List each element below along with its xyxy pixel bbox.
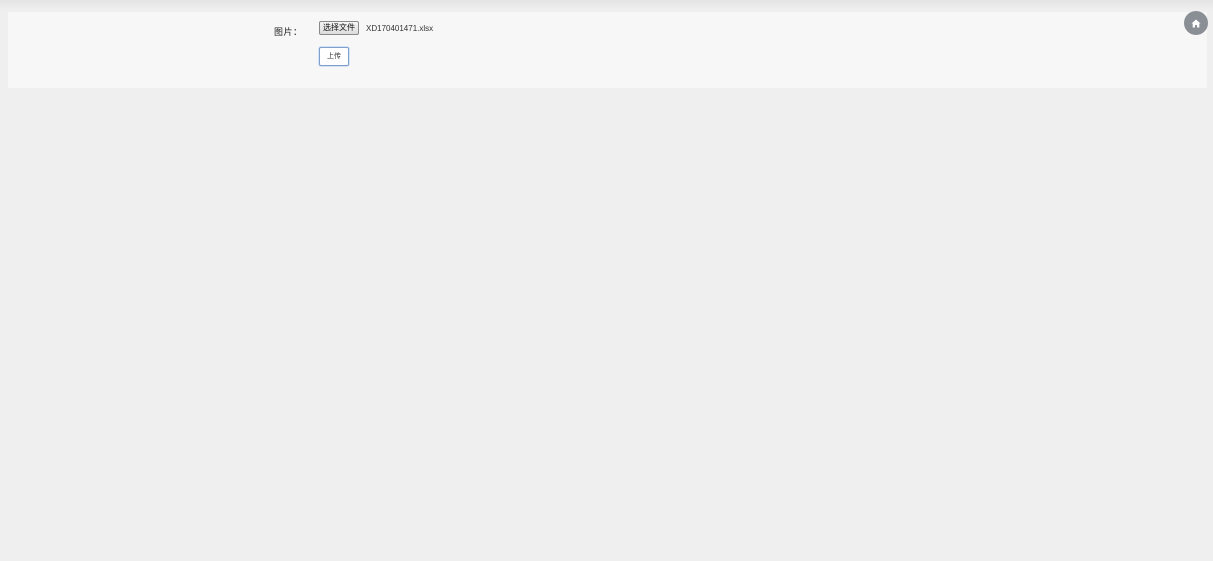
home-icon [1191,19,1201,28]
home-button[interactable] [1184,11,1208,35]
choose-file-button[interactable]: 选择文件 [319,21,359,35]
image-field-label: 图片： [274,28,303,38]
selected-file-name: XD170401471.xlsx [366,24,434,33]
upload-form-panel: 图片： 选择文件 XD170401471.xlsx 上传 [8,12,1207,88]
upload-button[interactable]: 上传 [319,47,349,66]
top-bar [0,0,1213,10]
